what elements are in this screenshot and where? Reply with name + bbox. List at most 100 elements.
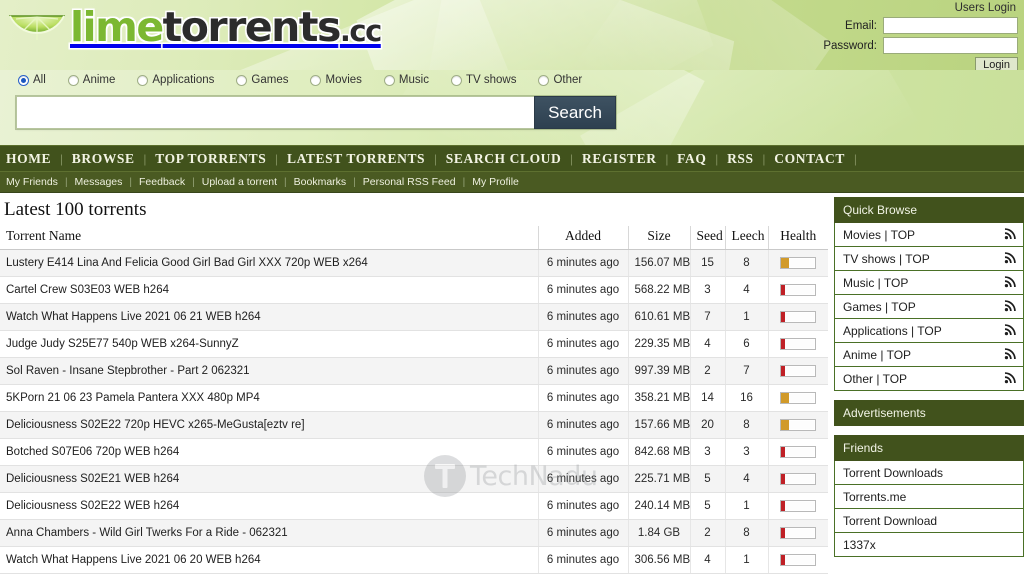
torrent-seed-cell: 15 bbox=[689, 249, 725, 278]
torrent-name-cell[interactable]: Deliciousness S02E21 WEB h264 bbox=[0, 465, 538, 494]
category-radio-applications[interactable]: Applications bbox=[137, 74, 214, 86]
quick-browse-item-other[interactable]: Other | TOP bbox=[834, 367, 1024, 391]
search-button[interactable]: Search bbox=[534, 96, 616, 129]
quick-browse-item-tv[interactable]: TV shows | TOP bbox=[834, 247, 1024, 271]
health-bar bbox=[780, 311, 817, 324]
nav-item-contact[interactable]: CONTACT bbox=[774, 151, 845, 167]
rss-icon[interactable] bbox=[1004, 227, 1017, 243]
category-radio-all[interactable]: All bbox=[18, 74, 46, 86]
column-header-leech[interactable]: Leech bbox=[724, 226, 768, 250]
torrent-name-cell[interactable]: Deliciousness S02E22 WEB h264 bbox=[0, 492, 538, 521]
torrent-name-cell[interactable]: Lustery E414 Lina And Felicia Good Girl … bbox=[0, 249, 538, 278]
torrent-name-cell[interactable]: Cartel Crew S03E03 WEB h264 bbox=[0, 276, 538, 305]
nav-item-register[interactable]: REGISTER bbox=[582, 151, 657, 167]
category-radio-anime[interactable]: Anime bbox=[67, 74, 115, 86]
rss-icon[interactable] bbox=[1004, 299, 1017, 315]
table-row[interactable]: Deliciousness S02E22 720p HEVC x265-MeGu… bbox=[0, 411, 828, 440]
friend-link-torrents-me[interactable]: Torrents.me bbox=[834, 485, 1024, 509]
table-row[interactable]: Watch What Happens Live 2021 06 21 WEB h… bbox=[0, 303, 828, 332]
torrent-name-cell[interactable]: Deliciousness S02E22 720p HEVC x265-MeGu… bbox=[0, 411, 538, 440]
torrent-name-cell[interactable]: Sol Raven - Insane Stepbrother - Part 2 … bbox=[0, 357, 538, 386]
torrent-name-cell[interactable]: Botched S07E06 720p WEB h264 bbox=[0, 438, 538, 467]
users-login-title: Users Login bbox=[954, 2, 1016, 14]
category-radio-tv-shows[interactable]: TV shows bbox=[450, 74, 516, 86]
friend-link-torrent-downloads[interactable]: Torrent Downloads bbox=[834, 461, 1024, 485]
rss-icon[interactable] bbox=[1004, 347, 1017, 363]
rss-glyph bbox=[1004, 371, 1016, 383]
rss-icon[interactable] bbox=[1004, 251, 1017, 267]
subnav-item-my-friends[interactable]: My Friends bbox=[6, 176, 58, 188]
email-label: Email: bbox=[845, 19, 877, 32]
column-header-health[interactable]: Health bbox=[767, 226, 828, 250]
quick-browse-item-anime[interactable]: Anime | TOP bbox=[834, 343, 1024, 367]
subnav-item-my-profile[interactable]: My Profile bbox=[472, 176, 519, 188]
table-row[interactable]: Judge Judy S25E77 540p WEB x264-SunnyZ 6 … bbox=[0, 330, 828, 359]
nav-item-home[interactable]: HOME bbox=[6, 151, 51, 167]
category-radio-games[interactable]: Games bbox=[236, 74, 288, 86]
radio-dot-icon bbox=[450, 74, 462, 86]
category-radio-music[interactable]: Music bbox=[383, 74, 429, 86]
login-button[interactable]: Login bbox=[975, 57, 1018, 70]
table-row[interactable]: Anna Chambers - Wild Girl Twerks For a R… bbox=[0, 519, 828, 548]
friend-link-torrent-download[interactable]: Torrent Download bbox=[834, 509, 1024, 533]
rss-glyph bbox=[1004, 323, 1016, 335]
table-row[interactable]: Sol Raven - Insane Stepbrother - Part 2 … bbox=[0, 357, 828, 386]
torrent-name-cell[interactable]: Watch What Happens Live 2021 06 20 WEB h… bbox=[0, 546, 538, 575]
table-row[interactable]: Deliciousness S02E22 WEB h264 6 minutes a… bbox=[0, 492, 828, 521]
table-row[interactable]: Watch What Happens Live 2021 06 20 WEB h… bbox=[0, 546, 828, 575]
logo-lime-text: lime bbox=[70, 3, 164, 51]
radio-dot-icon bbox=[383, 74, 395, 86]
torrent-name-cell[interactable]: Judge Judy S25E77 540p WEB x264-SunnyZ bbox=[0, 330, 538, 359]
torrent-added-cell: 6 minutes ago bbox=[537, 438, 628, 467]
torrent-leech-cell: 1 bbox=[724, 303, 768, 332]
table-row[interactable]: Cartel Crew S03E03 WEB h264 6 minutes ago… bbox=[0, 276, 828, 305]
torrent-leech-cell: 8 bbox=[724, 249, 768, 278]
table-row[interactable]: 5KPorn 21 06 23 Pamela Pantera XXX 480p … bbox=[0, 384, 828, 413]
subnav-item-bookmarks[interactable]: Bookmarks bbox=[294, 176, 347, 188]
torrent-name-cell[interactable]: 5KPorn 21 06 23 Pamela Pantera XXX 480p … bbox=[0, 384, 538, 413]
email-field[interactable] bbox=[883, 17, 1018, 34]
rss-icon[interactable] bbox=[1004, 323, 1017, 339]
nav-item-rss[interactable]: RSS bbox=[727, 151, 754, 167]
password-field[interactable] bbox=[883, 37, 1018, 54]
column-header-added[interactable]: Added bbox=[537, 226, 628, 250]
rss-glyph bbox=[1004, 227, 1016, 239]
quick-browse-item-music[interactable]: Music | TOP bbox=[834, 271, 1024, 295]
category-radio-movies[interactable]: Movies bbox=[310, 74, 362, 86]
subnav-item-messages[interactable]: Messages bbox=[75, 176, 123, 188]
subnav-item-upload-a-torrent[interactable]: Upload a torrent bbox=[202, 176, 277, 188]
torrent-name-cell[interactable]: Anna Chambers - Wild Girl Twerks For a R… bbox=[0, 519, 538, 548]
nav-item-search-cloud[interactable]: SEARCH CLOUD bbox=[446, 151, 562, 167]
column-header-size[interactable]: Size bbox=[627, 226, 690, 250]
torrent-size-cell: 997.39 MB bbox=[627, 357, 690, 386]
friend-link-1337x[interactable]: 1337x bbox=[834, 533, 1024, 557]
health-bar-fill bbox=[781, 474, 786, 485]
quick-browse-item-movies[interactable]: Movies | TOP bbox=[834, 223, 1024, 247]
subnav-separator: | bbox=[284, 176, 287, 188]
quick-browse-item-applications[interactable]: Applications | TOP bbox=[834, 319, 1024, 343]
search-input[interactable] bbox=[16, 96, 534, 129]
torrent-name-cell[interactable]: Watch What Happens Live 2021 06 21 WEB h… bbox=[0, 303, 538, 332]
rss-icon[interactable] bbox=[1004, 275, 1017, 291]
nav-item-top-torrents[interactable]: TOP TORRENTS bbox=[155, 151, 266, 167]
nav-item-browse[interactable]: BROWSE bbox=[72, 151, 135, 167]
torrent-seed-cell: 5 bbox=[689, 465, 725, 494]
nav-item-faq[interactable]: FAQ bbox=[677, 151, 706, 167]
table-row[interactable]: Botched S07E06 720p WEB h264 6 minutes ag… bbox=[0, 438, 828, 467]
site-logo[interactable]: limetorrents.cc bbox=[6, 3, 382, 54]
search-decoration-2 bbox=[580, 70, 920, 145]
table-row[interactable]: Deliciousness S02E21 WEB h264 6 minutes a… bbox=[0, 465, 828, 494]
subnav-item-feedback[interactable]: Feedback bbox=[139, 176, 185, 188]
category-radio-label: Other bbox=[553, 74, 583, 86]
table-row[interactable]: Lustery E414 Lina And Felicia Good Girl … bbox=[0, 249, 828, 278]
nav-separator: | bbox=[762, 150, 766, 166]
radio-dot-icon bbox=[236, 74, 248, 86]
nav-item-latest-torrents[interactable]: LATEST TORRENTS bbox=[287, 151, 425, 167]
quick-browse-item-games[interactable]: Games | TOP bbox=[834, 295, 1024, 319]
torrent-added-cell: 6 minutes ago bbox=[537, 357, 628, 386]
rss-icon[interactable] bbox=[1004, 371, 1017, 387]
column-header-name[interactable]: Torrent Name bbox=[0, 226, 538, 250]
subnav-item-personal-rss-feed[interactable]: Personal RSS Feed bbox=[363, 176, 456, 188]
category-radio-other[interactable]: Other bbox=[538, 74, 582, 86]
column-header-seed[interactable]: Seed bbox=[689, 226, 725, 250]
